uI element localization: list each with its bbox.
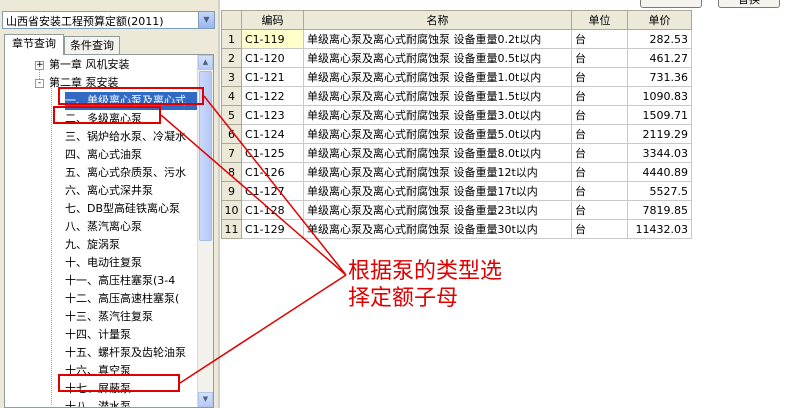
annotation-line-1: 根据泵的类型选 bbox=[348, 259, 503, 284]
annotation-arrow-line bbox=[160, 114, 347, 276]
annotation-line-2: 择定额子母 bbox=[348, 286, 459, 311]
annotation-text: 根据泵的类型选 择定额子母 bbox=[348, 258, 502, 312]
tab-chapter-query[interactable]: 章节查询 bbox=[4, 34, 64, 55]
annotation-arrow-line bbox=[203, 95, 347, 276]
annotation-arrow-line bbox=[179, 274, 347, 384]
annotation-arrows bbox=[160, 95, 347, 384]
